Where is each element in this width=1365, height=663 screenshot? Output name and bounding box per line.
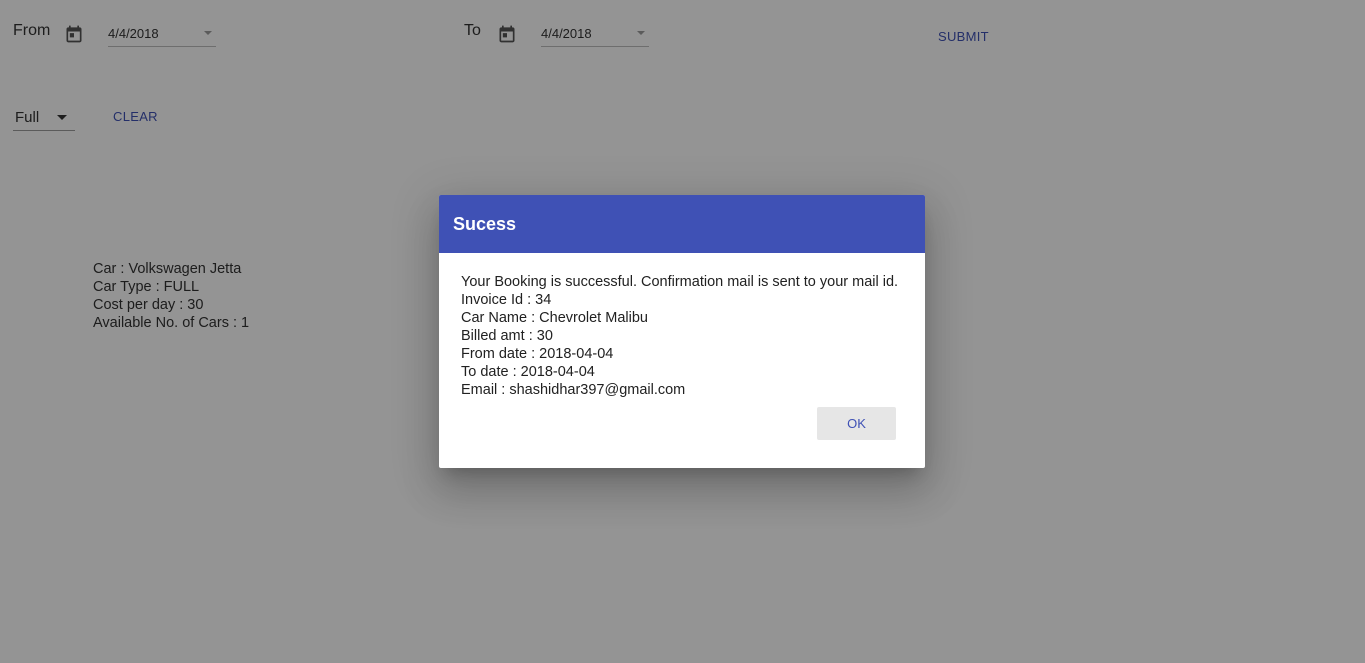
invoice-id: Invoice Id : 34: [461, 292, 552, 308]
dialog-title: Sucess: [453, 214, 517, 234]
booked-car-name: Car Name : Chevrolet Malibu: [461, 310, 648, 326]
dialog-content: Your Booking is successful. Confirmation…: [461, 273, 898, 399]
confirmation-message: Your Booking is successful. Confirmation…: [461, 274, 899, 290]
success-dialog: Sucess Your Booking is successful. Confi…: [439, 195, 925, 468]
dialog-header: Sucess: [439, 195, 925, 253]
email: Email : shashidhar397@gmail.com: [461, 382, 686, 398]
from-date: From date : 2018-04-04: [461, 346, 614, 362]
billed-amount: Billed amt : 30: [461, 328, 553, 344]
to-date: To date : 2018-04-04: [461, 364, 595, 380]
ok-button[interactable]: OK: [817, 407, 896, 440]
